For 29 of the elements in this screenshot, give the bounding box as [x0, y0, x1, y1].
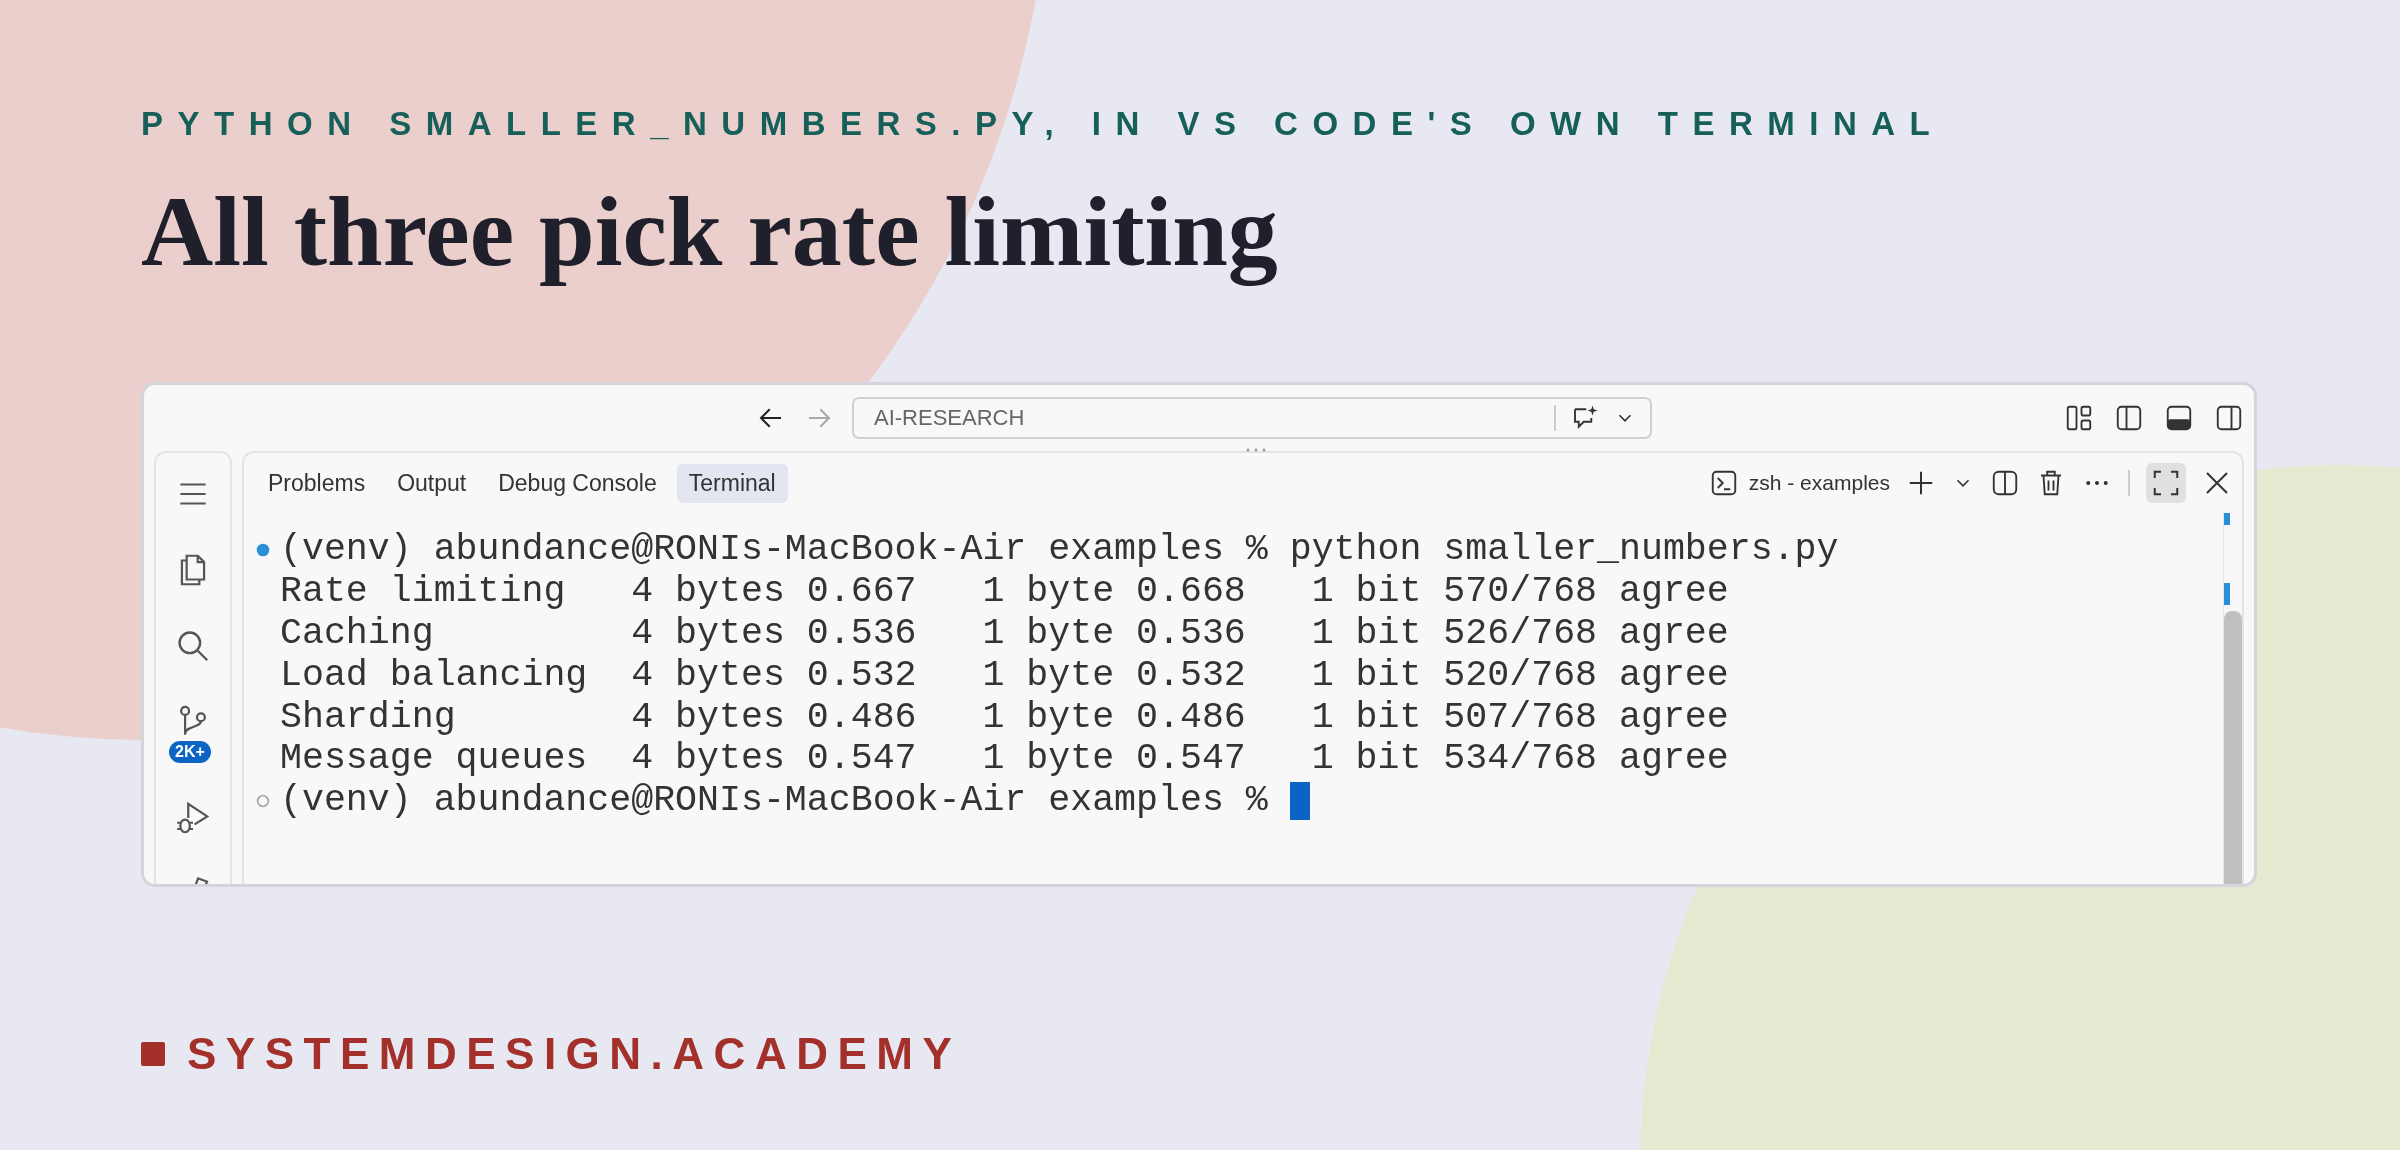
terminal-line: (venv) abundance@RONIs-MacBook-Air examples % python smaller_numbers.py [280, 529, 1839, 571]
kicker-text: PYTHON SMALLER_NUMBERS.PY, IN VS CODE'S OWN TERMINAL [141, 104, 1946, 144]
drag-handle-icon[interactable] [1244, 447, 1268, 453]
terminal-line: (venv) abundance@RONIs-MacBook-Air examples % [280, 780, 1269, 822]
command-center-field[interactable]: AI-RESEARCH [852, 397, 1652, 439]
terminal-line: Load balancing 4 bytes 0.532 1 byte 0.532 1 bit 520/768 agree [280, 654, 1729, 696]
search-field[interactable]: AI-RESEARCH [854, 404, 1540, 432]
maximize-button[interactable] [2146, 463, 2186, 503]
panel-tab[interactable]: Debug Console [486, 463, 669, 503]
sidebar-right-icon[interactable] [2214, 403, 2244, 433]
scrollbar[interactable] [2223, 513, 2242, 884]
panel-tab[interactable]: Problems [256, 463, 378, 503]
panel-tab[interactable]: Output [385, 463, 479, 503]
terminal-name[interactable]: zsh - examples [1748, 471, 1890, 495]
text-cursor [1289, 781, 1310, 820]
terminal-line: Caching 4 bytes 0.536 1 byte 0.536 1 bit 526/768 agree [280, 613, 1729, 654]
split-icon[interactable] [1990, 468, 2020, 498]
panel-bottom-icon[interactable] [2164, 403, 2194, 433]
command-success-icon[interactable] [256, 542, 270, 557]
terminal-line: Sharding 4 bytes 0.486 1 byte 0.486 1 bit 507/768 agree [280, 696, 1729, 738]
sidebar-left-icon[interactable] [2114, 403, 2144, 433]
slide-title: All three pick rate limiting [141, 175, 1279, 289]
brand-square-icon [141, 1042, 165, 1066]
layout-grid-icon[interactable] [2064, 403, 2094, 433]
panel-tab[interactable]: Terminal [676, 463, 788, 503]
brand-name: SYSTEMDESIGN.ACADEMY [187, 1029, 962, 1079]
terminal-line: Rate limiting 4 bytes 0.667 1 byte 0.668 1 bit 570/768 agree [280, 571, 1729, 613]
terminal-line: Message queues 4 bytes 0.547 1 byte 0.547 1 bit 534/768 agree [280, 738, 1729, 780]
count-badge: 2K+ [169, 741, 211, 763]
